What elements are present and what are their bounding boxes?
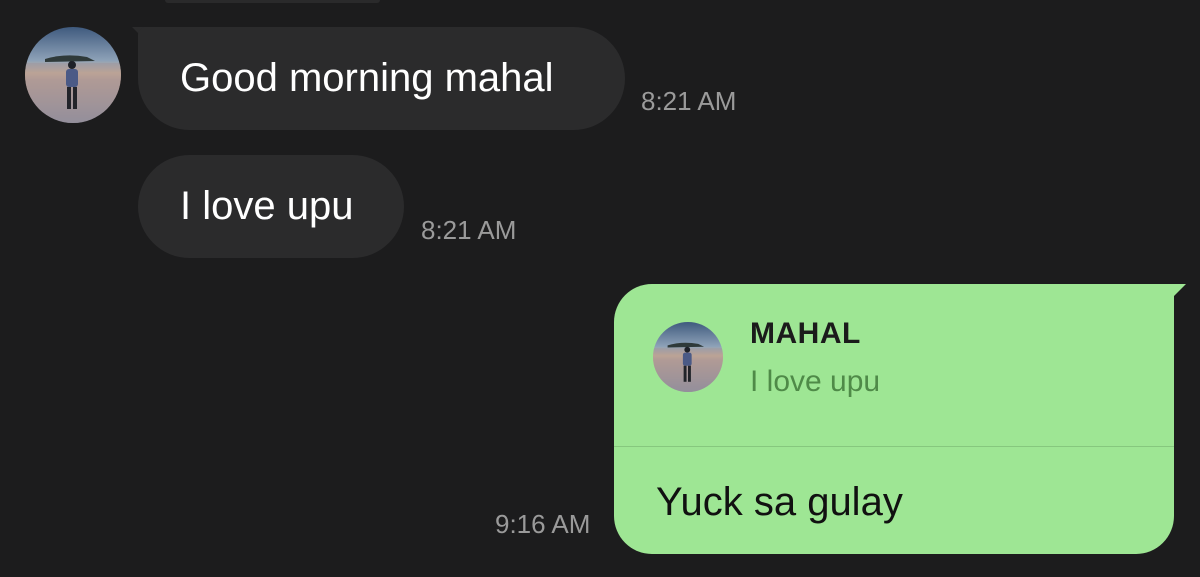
message-timestamp: 8:21 AM [421, 215, 517, 245]
incoming-message-bubble[interactable]: Good morning mahal [138, 27, 625, 130]
reply-divider [614, 446, 1174, 447]
message-timestamp: 9:16 AM [495, 509, 591, 539]
previous-message-edge [165, 0, 380, 3]
outgoing-message-bubble[interactable]: MAHAL I love upu Yuck sa gulay [614, 284, 1174, 554]
quoted-message-text: I love upu [750, 365, 881, 398]
message-text: Yuck sa gulay [656, 480, 903, 524]
message-timestamp: 8:21 AM [641, 86, 737, 116]
contact-avatar[interactable] [25, 27, 121, 123]
message-text: I love upu [180, 184, 354, 228]
incoming-message-bubble[interactable]: I love upu [138, 155, 404, 258]
message-text: Good morning mahal [180, 56, 554, 100]
quoted-sender-name: MAHAL [750, 317, 861, 350]
quoted-avatar [653, 322, 723, 392]
quoted-reply[interactable]: MAHAL I love upu [614, 284, 1174, 446]
chat-thread: Good morning mahal 8:21 AM I love upu 8:… [0, 0, 1200, 577]
